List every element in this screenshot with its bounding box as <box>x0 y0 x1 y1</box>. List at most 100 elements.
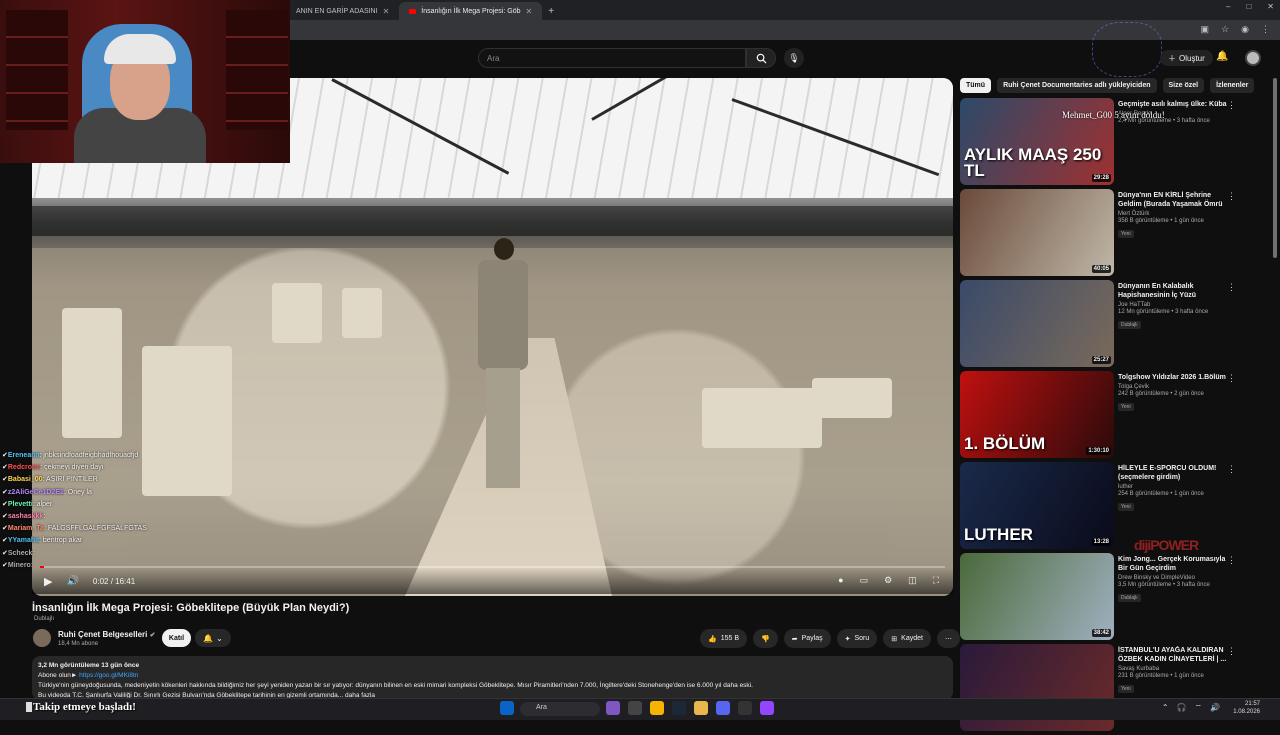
bookmark-star-icon[interactable]: ☆ <box>1221 24 1229 35</box>
cast-icon[interactable]: ▣ <box>1201 24 1210 35</box>
channel-name[interactable]: Joe HaTTab <box>1118 302 1228 308</box>
more-vert-icon[interactable]: ⋮ <box>1227 191 1236 202</box>
profile-icon[interactable]: ◉ <box>1241 24 1249 35</box>
recommended-video[interactable]: 25:27 Dünyanın En Kalabalık Hapishanesini… <box>960 280 1250 371</box>
subtitles-icon[interactable]: ▭ <box>860 575 869 586</box>
video-title[interactable]: Dünyanın En Kalabalık Hapishanesinin İç … <box>1118 282 1228 300</box>
filter-chip[interactable]: Tümü <box>960 78 992 93</box>
subscription-bell-button[interactable]: 🔔 ⌄ <box>195 629 231 647</box>
video-thumbnail[interactable]: 38:42 <box>960 553 1114 640</box>
fullscreen-icon[interactable]: ⛶ <box>933 575 939 586</box>
cta-text: Abone olun► <box>38 672 78 679</box>
minimize-button[interactable]: – <box>1226 2 1230 11</box>
volume-icon[interactable]: 🔊 <box>66 576 78 587</box>
more-vert-icon[interactable]: ⋮ <box>1227 464 1236 475</box>
taskbar-search[interactable]: Ara <box>520 702 600 716</box>
more-vert-icon[interactable]: ⋮ <box>1227 555 1236 566</box>
more-actions-button[interactable]: ⋯ <box>936 629 960 648</box>
notifications-bell-icon[interactable]: 🔔 <box>1216 51 1228 62</box>
filter-chip[interactable]: Ruhi Çenet Documentaries adlı yükleyicid… <box>997 78 1157 93</box>
dubbed-badge: Dublajlı <box>34 616 55 622</box>
taskbar-clock[interactable]: 21:57 1.08.2026 <box>1233 700 1260 716</box>
channel-name[interactable]: luther <box>1118 484 1228 490</box>
chrome-icon[interactable] <box>650 701 664 715</box>
video-thumbnail[interactable]: 25:27 <box>960 280 1114 367</box>
wifi-icon[interactable]: ⌔ <box>1195 703 1203 713</box>
tab-label: ANIN EN GARİP ADASINI <box>296 7 378 15</box>
close-window-button[interactable]: ✕ <box>1267 2 1274 11</box>
chat-message: ✔YYamaha: bentrop akar <box>2 537 83 545</box>
headset-icon[interactable]: 🎧 <box>1177 703 1187 713</box>
search-input[interactable]: Ara <box>478 48 746 68</box>
recommended-video[interactable]: LUTHER 13:28 HİLEYLE E-SPORCU OLDUM! (seçm… <box>960 462 1250 553</box>
filter-chip[interactable]: İzlenenler <box>1210 78 1255 93</box>
maximize-button[interactable]: □ <box>1246 2 1251 11</box>
speaker-icon[interactable]: 🔊 <box>1210 703 1220 713</box>
discord-icon[interactable] <box>716 701 730 715</box>
more-vert-icon[interactable]: ⋮ <box>1227 282 1236 293</box>
autoplay-toggle-icon[interactable]: ● <box>838 575 843 586</box>
save-button[interactable]: ⊞ Kaydet <box>883 629 931 648</box>
tab-garip-adasi[interactable]: ANIN EN GARİP ADASINI ✕ <box>286 2 399 20</box>
more-vert-icon[interactable]: ⋮ <box>1227 646 1236 657</box>
file-explorer-icon[interactable] <box>694 701 708 715</box>
stream-chat-overlay: ✔Ereneana: jnbksindfoadfeigbhadfhouadfjd… <box>2 450 172 572</box>
chat-message: ✔Babasi_00: AŞIRI PİNTİLER <box>2 476 98 484</box>
sub-alert-overlay: Mehmet_G00 5 ayını doldu! <box>1062 110 1165 120</box>
channel-name[interactable]: Tolga Çevik <box>1118 384 1228 390</box>
video-info: HİLEYLE E-SPORCU OLDUM! (seçmelere girdi… <box>1118 464 1228 511</box>
join-button[interactable]: Katıl <box>162 629 191 647</box>
video-title[interactable]: İSTANBUL'U AYAĞA KALDIRAN ÖZBEK KADIN Cİ… <box>1118 646 1228 664</box>
video-title[interactable]: HİLEYLE E-SPORCU OLDUM! (seçmelere girdi… <box>1118 464 1228 482</box>
video-title[interactable]: Dünya'nın EN KİRLİ Şehrine Geldim (Burad… <box>1118 191 1228 209</box>
video-title[interactable]: Tolgshow Yıldızlar 2026 1.Bölüm <box>1118 373 1228 382</box>
description-box[interactable]: 3,2 Mn görüntüleme 13 gün önce Abone olu… <box>32 656 953 700</box>
widgets-icon[interactable] <box>606 701 620 715</box>
channel-name[interactable]: Savaş Kurbaba <box>1118 666 1228 672</box>
person-body <box>478 260 528 370</box>
streamer-headphones <box>104 34 176 64</box>
play-icon[interactable]: ▶ <box>44 575 52 588</box>
new-tab-button[interactable]: + <box>542 2 560 20</box>
close-icon[interactable]: ✕ <box>525 7 532 16</box>
close-icon[interactable]: ✕ <box>383 7 390 16</box>
search-button[interactable] <box>746 48 776 68</box>
page-scrollbar[interactable] <box>1272 48 1278 698</box>
channel-name[interactable]: Drew Binsky ve DimpleVideo <box>1118 575 1228 581</box>
recommended-video[interactable]: 38:42 Kim Jong... Gerçek Korumasıyla Bir … <box>960 553 1250 644</box>
more-vert-icon[interactable]: ⋮ <box>1227 100 1236 111</box>
miniplayer-icon[interactable]: ◫ <box>908 575 917 586</box>
task-view-icon[interactable] <box>628 701 642 715</box>
ask-button[interactable]: ✦ Soru <box>836 629 878 648</box>
chat-username: Minero <box>7 561 31 569</box>
user-avatar[interactable] <box>1245 50 1261 66</box>
twitch-icon[interactable] <box>760 701 774 715</box>
tab-active-video[interactable]: İnsanlığın İlk Mega Projesi: Göb ✕ <box>399 2 543 20</box>
video-thumbnail[interactable]: 40:05 <box>960 189 1114 276</box>
obs-icon[interactable] <box>738 701 752 715</box>
recommended-video[interactable]: 40:05 Dünya'nın EN KİRLİ Şehrine Geldim (… <box>960 189 1250 280</box>
video-title[interactable]: Kim Jong... Gerçek Korumasıyla Bir Gün G… <box>1118 555 1228 573</box>
voice-search-button[interactable]: 🎙 <box>784 48 804 68</box>
channel-name[interactable]: Mert Öztürk <box>1118 211 1228 217</box>
windows-start-icon[interactable] <box>500 701 514 715</box>
recommended-video[interactable]: İSTANBUL'U AYAĞA KALDIRAN ÖZBEK KADIN Cİ… <box>960 644 1250 735</box>
chevron-up-icon[interactable]: ⌃ <box>1162 703 1169 713</box>
video-thumbnail[interactable]: LUTHER 13:28 <box>960 462 1114 549</box>
more-vert-icon[interactable]: ⋮ <box>1227 373 1236 384</box>
recommended-video[interactable]: 1. BÖLÜM 1:30:10 Tolgshow Yıldızlar 2026 1… <box>960 371 1250 462</box>
create-button[interactable]: ＋ Oluştur <box>1160 50 1213 66</box>
like-button[interactable]: 👍 155 B <box>700 629 748 648</box>
dislike-button[interactable]: 👎 <box>753 629 778 648</box>
menu-icon[interactable]: ⋮ <box>1261 24 1270 35</box>
filter-chip[interactable]: Size özel <box>1162 78 1205 93</box>
video-thumbnail[interactable]: 1. BÖLÜM 1:30:10 <box>960 371 1114 458</box>
steam-icon[interactable] <box>672 701 686 715</box>
settings-gear-icon[interactable]: ⚙ <box>884 575 892 586</box>
channel-name[interactable]: Ruhi Çenet Belgeselleri ✔ <box>58 630 155 639</box>
scrollbar-thumb[interactable] <box>1273 78 1277 258</box>
channel-avatar[interactable] <box>33 629 51 647</box>
share-button[interactable]: ➦ Paylaş <box>783 629 831 648</box>
subscribe-link[interactable]: https://goo.gl/MKi8tn <box>79 672 138 679</box>
video-title[interactable]: Geçmişte asılı kalmış ülke: Küba <box>1118 100 1228 109</box>
